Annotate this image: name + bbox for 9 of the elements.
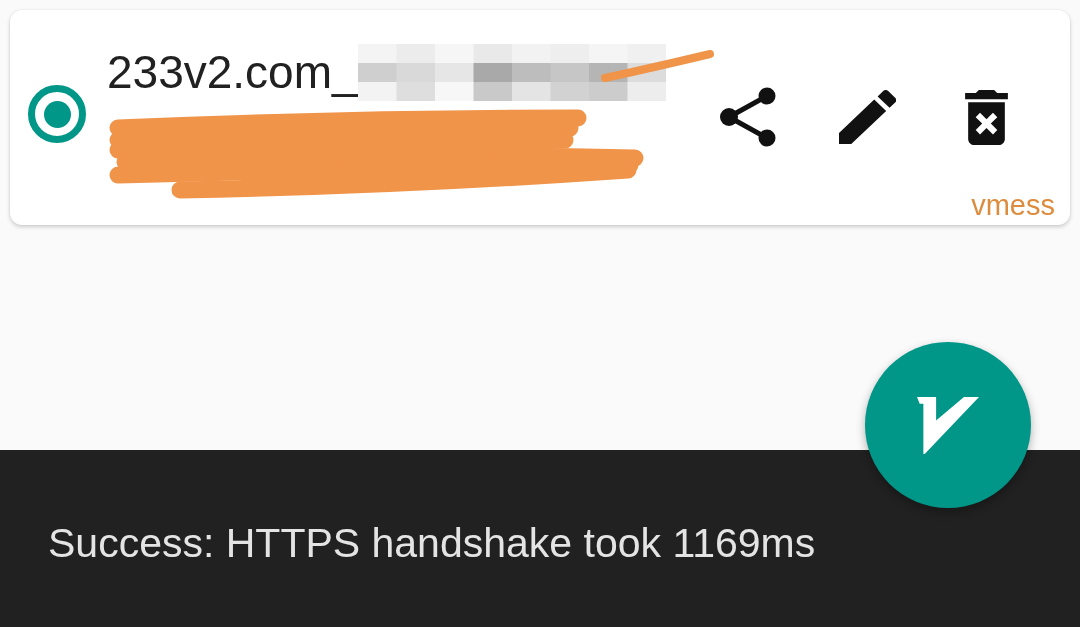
- share-icon: [720, 87, 776, 147]
- radio-button[interactable]: [28, 85, 86, 143]
- trash-x-icon: [964, 89, 1008, 145]
- snackbar-message: Success: HTTPS handshake took 1169ms: [48, 518, 816, 568]
- server-card[interactable]: 233v2.com_ vmess: [10, 10, 1070, 225]
- server-name: 233v2.com_: [107, 46, 358, 99]
- pencil-icon: [838, 90, 896, 144]
- v-logo-icon: [917, 396, 979, 454]
- protocol-label: vmess: [971, 190, 1055, 222]
